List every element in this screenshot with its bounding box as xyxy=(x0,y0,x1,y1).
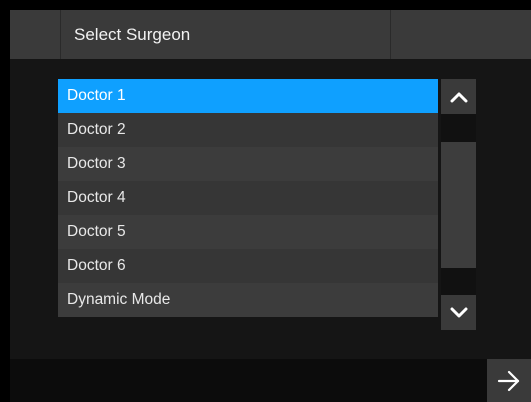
next-button[interactable] xyxy=(487,359,531,402)
list-item-doctor-2[interactable]: Doctor 2 xyxy=(58,113,438,147)
surgeon-list: Doctor 1 Doctor 2 Doctor 3 Doctor 4 Doct… xyxy=(58,79,438,317)
chevron-down-icon xyxy=(450,307,467,317)
header-left-cell xyxy=(10,10,61,59)
list-item-doctor-4[interactable]: Doctor 4 xyxy=(58,181,438,215)
list-item-dynamic-mode[interactable]: Dynamic Mode xyxy=(58,283,438,317)
chevron-up-icon xyxy=(450,92,467,102)
list-scrollbar[interactable] xyxy=(441,79,476,330)
header-bar: Select Surgeon xyxy=(10,10,531,59)
footer-bar xyxy=(10,359,531,402)
scroll-down-button[interactable] xyxy=(441,295,476,330)
list-item-doctor-1[interactable]: Doctor 1 xyxy=(58,79,438,113)
page-title: Select Surgeon xyxy=(74,25,191,44)
scroll-thumb[interactable] xyxy=(441,142,476,268)
arrow-right-icon xyxy=(497,370,520,391)
list-item-doctor-6[interactable]: Doctor 6 xyxy=(58,249,438,283)
header-right-cell xyxy=(390,10,531,59)
scroll-up-button[interactable] xyxy=(441,79,476,114)
list-item-doctor-5[interactable]: Doctor 5 xyxy=(58,215,438,249)
list-item-doctor-3[interactable]: Doctor 3 xyxy=(58,147,438,181)
